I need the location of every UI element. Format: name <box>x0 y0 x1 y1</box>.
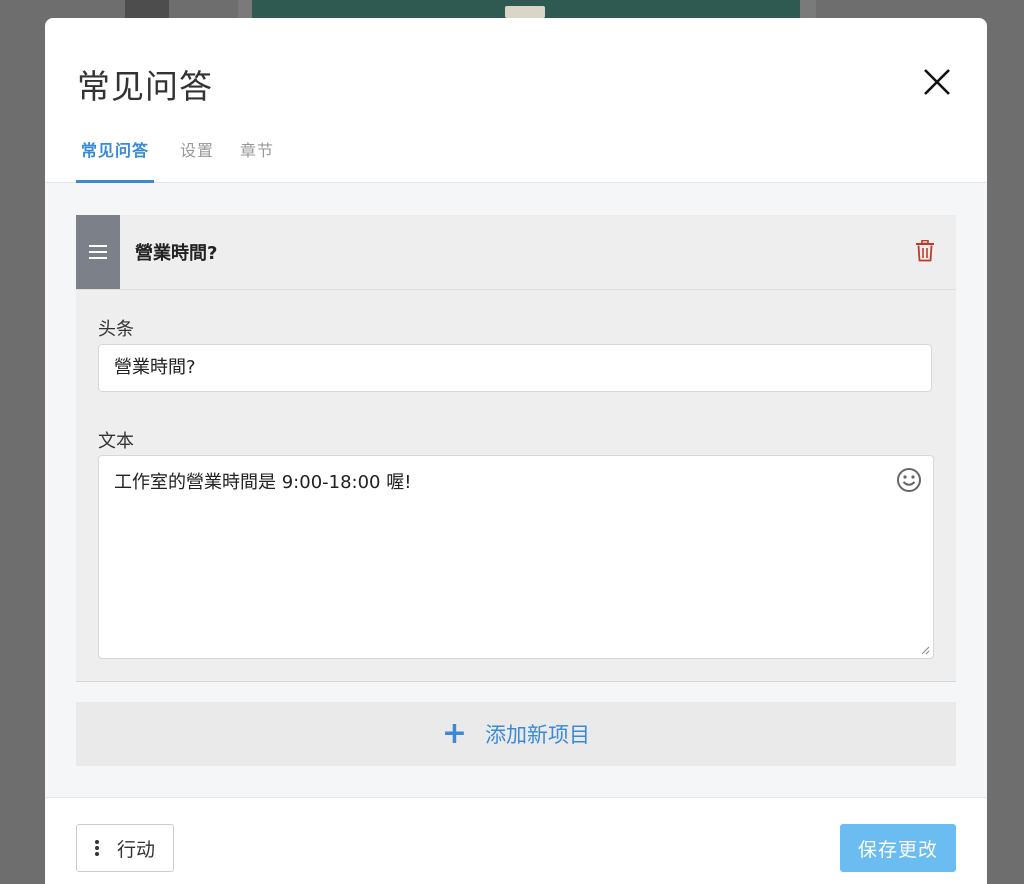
modal-body: 營業時間? 头条 營業時間? 文本 工作室的營業時間是 9:00-18:00 喔… <box>45 183 987 797</box>
emoji-button[interactable] <box>896 467 922 493</box>
modal-footer: 行动 保存更改 <box>45 797 987 884</box>
text-textarea[interactable]: 工作室的營業時間是 9:00-18:00 喔! <box>98 455 934 659</box>
kebab-icon <box>94 838 99 858</box>
actions-label: 行动 <box>116 838 155 861</box>
close-button[interactable] <box>921 66 953 98</box>
plus-icon: + <box>441 716 468 751</box>
faq-modal: 常见问答 常见问答 设置 章节 營業時間? 头条 營業時間? 文本 工作室的營業… <box>45 18 987 884</box>
resize-grip-icon[interactable] <box>920 645 930 655</box>
add-new-item-button[interactable]: + 添加新项目 <box>76 702 956 766</box>
add-new-item-label: 添加新项目 <box>485 723 591 747</box>
delete-item-button[interactable] <box>915 239 935 262</box>
tab-bar: 常见问答 设置 章节 <box>76 137 300 183</box>
text-textarea-value: 工作室的營業時間是 9:00-18:00 喔! <box>114 472 412 493</box>
tab-settings[interactable]: 设置 <box>180 137 214 183</box>
modal-header: 常见问答 常见问答 设置 章节 <box>45 18 987 183</box>
tab-faq[interactable]: 常见问答 <box>76 137 155 183</box>
background-page-left <box>125 0 169 18</box>
text-label: 文本 <box>98 431 134 452</box>
faq-item: 營業時間? 头条 營業時間? 文本 工作室的營業時間是 9:00-18:00 喔… <box>76 215 956 682</box>
faq-item-header[interactable]: 營業時間? <box>76 215 956 290</box>
faq-item-title: 營業時間? <box>135 243 218 264</box>
close-icon <box>924 69 950 95</box>
tab-sections[interactable]: 章节 <box>240 137 274 183</box>
modal-title: 常见问答 <box>77 67 213 106</box>
save-changes-button[interactable]: 保存更改 <box>840 824 956 872</box>
drag-handle[interactable] <box>76 215 120 289</box>
drag-handle-icon <box>89 245 107 259</box>
emoji-icon <box>897 468 921 492</box>
background-image-detail <box>505 6 545 18</box>
actions-button[interactable]: 行动 <box>76 824 174 872</box>
headline-input[interactable]: 營業時間? <box>98 344 932 392</box>
trash-icon <box>916 239 934 262</box>
headline-label: 头条 <box>98 319 134 340</box>
